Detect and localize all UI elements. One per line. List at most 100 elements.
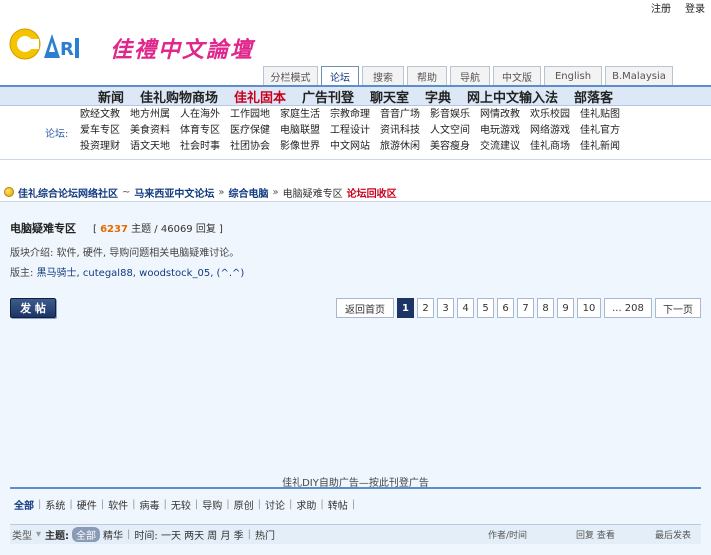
forum-link[interactable]: 医疗保健 <box>230 125 280 137</box>
forum-link[interactable]: 欧经文教 <box>80 109 130 121</box>
forum-link[interactable]: 资讯科技 <box>380 125 430 137</box>
forum-link[interactable]: 体育专区 <box>180 125 230 137</box>
page-2[interactable]: 2 <box>417 298 434 318</box>
tab-forum[interactable]: 论坛 <box>321 66 359 86</box>
forum-link[interactable]: 音音广场 <box>380 109 430 121</box>
site-logo[interactable]: R <box>8 22 94 64</box>
forum-link[interactable]: 交流建议 <box>480 141 530 153</box>
filter-software[interactable]: 软件 <box>104 497 132 512</box>
breadcrumb-site[interactable]: 马来西亚中文论坛 <box>134 185 214 200</box>
page-8[interactable]: 8 <box>537 298 554 318</box>
forum-link[interactable]: 社团协会 <box>230 141 280 153</box>
nav-news[interactable]: 新闻 <box>98 87 124 106</box>
col-replies[interactable]: 回复 查看 <box>576 528 615 541</box>
tab-english[interactable]: English <box>544 66 602 85</box>
pager-next[interactable]: 下一页 <box>655 298 701 318</box>
page-7[interactable]: 7 <box>517 298 534 318</box>
page-6[interactable]: 6 <box>497 298 514 318</box>
filter-hardware[interactable]: 硬件 <box>73 497 101 512</box>
nav-input-method[interactable]: 网上中文输入法 <box>467 87 558 106</box>
filter-help[interactable]: 求助 <box>292 497 320 512</box>
forum-link[interactable]: 社会时事 <box>180 141 230 153</box>
tab-help[interactable]: 帮助 <box>407 66 447 85</box>
breadcrumb-category[interactable]: 综合电脑 <box>229 185 269 200</box>
forum-link[interactable]: 家庭生活 <box>280 109 330 121</box>
forum-link[interactable]: 佳礼官方 <box>580 125 630 137</box>
forum-link[interactable]: 电玩游戏 <box>480 125 530 137</box>
filter-repost[interactable]: 转帖 <box>324 497 352 512</box>
forum-link[interactable]: 网络游戏 <box>530 125 580 137</box>
moderators: 版主: 黑马骑士, cutegal88, woodstock_05, (^.^) <box>10 268 245 279</box>
tab-malay[interactable]: B.Malaysia <box>605 66 673 85</box>
tab-bar: 分栏模式 论坛 搜索 帮助 导航 中文版 English B.Malaysia <box>263 66 673 86</box>
forum-link[interactable]: 工程设计 <box>330 125 380 137</box>
filter-system[interactable]: 系统 <box>41 497 69 512</box>
filter-virus[interactable]: 病毒 <box>136 497 164 512</box>
page-10[interactable]: 10 <box>577 298 601 318</box>
tab-search[interactable]: 搜索 <box>362 66 404 85</box>
filter-discussion[interactable]: 讨论 <box>261 497 289 512</box>
login-link[interactable]: 登录 <box>685 0 705 15</box>
forum-link[interactable]: 网情改教 <box>480 109 530 121</box>
filter-bar: 全部 | 系统 | 硬件 | 软件 | 病毒 | 无较 | 导购 | 原创 | 讨论 | 求助 | … <box>10 497 355 512</box>
forum-link[interactable]: 影像世界 <box>280 141 330 153</box>
forum-link[interactable]: 人文空间 <box>430 125 480 137</box>
time-filter[interactable]: 时间: 一天 两天 周 月 季 <box>134 527 243 542</box>
hot-filter[interactable]: 热门 <box>255 527 275 542</box>
home-icon <box>4 187 14 197</box>
forum-link[interactable]: 影音娱乐 <box>430 109 480 121</box>
forum-link[interactable]: 旅游休闲 <box>380 141 430 153</box>
forum-link[interactable]: 佳礼新闻 <box>580 141 630 153</box>
tab-navigation[interactable]: 导航 <box>450 66 490 85</box>
forum-link[interactable]: 语文天地 <box>130 141 180 153</box>
moderator-list[interactable]: 黑马骑士, cutegal88, woodstock_05, (^.^) <box>37 268 245 279</box>
forum-link[interactable]: 爱车专区 <box>80 125 130 137</box>
filter-original[interactable]: 原创 <box>230 497 258 512</box>
main-nav: 新闻 佳礼购物商场 佳礼固本 广告刊登 聊天室 字典 网上中文输入法 部落客 <box>0 87 711 106</box>
svg-text:R: R <box>60 39 74 60</box>
nav-gubon[interactable]: 佳礼固本 <box>234 87 286 106</box>
tab-column-mode[interactable]: 分栏模式 <box>263 66 318 85</box>
forum-link[interactable]: 宗教命理 <box>330 109 380 121</box>
page-5[interactable]: 5 <box>477 298 494 318</box>
tab-chinese[interactable]: 中文版 <box>493 66 541 85</box>
page-9[interactable]: 9 <box>557 298 574 318</box>
nav-chat[interactable]: 聊天室 <box>370 87 409 106</box>
page-1[interactable]: 1 <box>397 298 414 318</box>
forum-link[interactable]: 投资理财 <box>80 141 130 153</box>
register-link[interactable]: 注册 <box>651 0 671 15</box>
col-type[interactable]: 类型 <box>10 527 32 542</box>
pager-back[interactable]: 返回首页 <box>336 298 394 318</box>
forum-link[interactable]: 中文网站 <box>330 141 380 153</box>
forum-link[interactable]: 地方州属 <box>130 109 180 121</box>
forum-link[interactable]: 工作园地 <box>230 109 280 121</box>
col-author[interactable]: 作者/时间 <box>488 528 527 541</box>
forum-link[interactable]: 人在海外 <box>180 109 230 121</box>
breadcrumb-home[interactable]: 佳礼综合论坛网络社区 <box>18 185 118 200</box>
page-last[interactable]: ... 208 <box>604 298 652 318</box>
page-3[interactable]: 3 <box>437 298 454 318</box>
new-post-button[interactable]: 发 帖 <box>10 298 56 318</box>
col-lastpost[interactable]: 最后发表 <box>655 528 691 541</box>
forum-content: 电脑疑难专区 [ 6237 主题 / 46069 回复 ] 版块介绍: 软件, … <box>0 201 711 555</box>
forum-link[interactable]: 美食资料 <box>130 125 180 137</box>
forum-link[interactable]: 美容瘦身 <box>430 141 480 153</box>
site-title: 佳禮中文論壇 <box>110 37 255 63</box>
forum-link[interactable]: 佳礼贴图 <box>580 109 630 121</box>
forum-link[interactable]: 欢乐校园 <box>530 109 580 121</box>
nav-blogger[interactable]: 部落客 <box>574 87 613 106</box>
filter-buying[interactable]: 导购 <box>198 497 226 512</box>
nav-ads[interactable]: 广告刊登 <box>302 87 354 106</box>
page-4[interactable]: 4 <box>457 298 474 318</box>
filter-wireless[interactable]: 无较 <box>167 497 195 512</box>
subject-digest[interactable]: 精华 <box>103 527 123 542</box>
subject-all-tag[interactable]: 全部 <box>72 527 101 542</box>
filter-all[interactable]: 全部 <box>10 497 38 512</box>
col-subject: 主题: <box>45 531 70 542</box>
nav-dictionary[interactable]: 字典 <box>425 87 451 106</box>
forum-link[interactable]: 电脑联盟 <box>280 125 330 137</box>
forum-link[interactable]: 佳礼商场 <box>530 141 580 153</box>
forum-title: 电脑疑难专区 <box>10 222 76 235</box>
nav-shopping[interactable]: 佳礼购物商场 <box>140 87 218 106</box>
breadcrumb-recycle[interactable]: 论坛回收区 <box>347 185 397 200</box>
